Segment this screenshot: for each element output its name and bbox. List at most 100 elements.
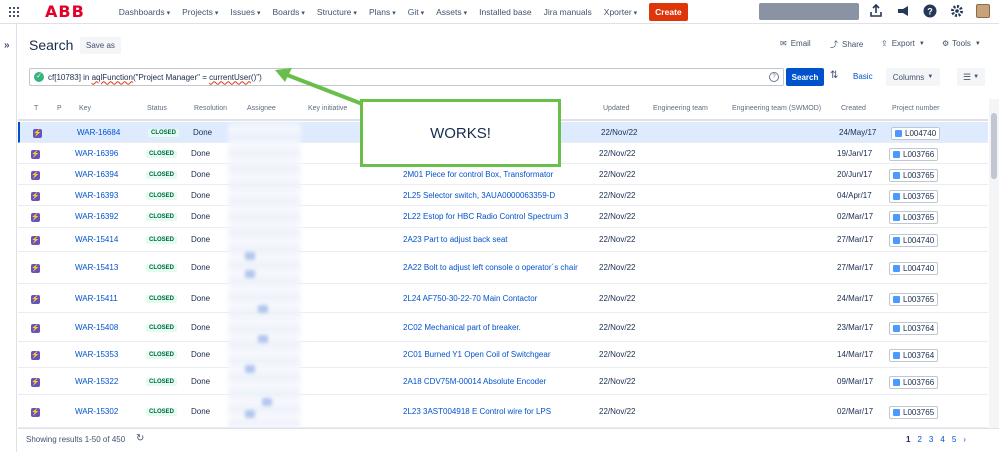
page-link[interactable]: 2 xyxy=(917,435,921,444)
upload-icon[interactable] xyxy=(868,3,884,19)
basic-mode-link[interactable]: Basic xyxy=(853,72,873,81)
summary-link[interactable]: 2L23 3AST004918 E Control wire for LPS xyxy=(403,407,551,416)
issue-key-link[interactable]: WAR-15302 xyxy=(75,407,118,416)
project-number-tag[interactable]: L003766 xyxy=(889,376,939,389)
syntax-help-icon[interactable]: ? xyxy=(769,72,779,82)
table-row[interactable]: ⚡ WAR-15413 CLOSED Done 2A22 Bolt to adjust … xyxy=(18,252,988,284)
nav-item-installed-base[interactable]: Installed base xyxy=(473,7,537,17)
export-action[interactable]: ⇪ Export ▼ xyxy=(881,39,925,48)
share-action[interactable]: ⤴ Share xyxy=(830,39,863,50)
create-button[interactable]: Create xyxy=(649,2,688,21)
chevron-down-icon: ▾ xyxy=(420,9,425,17)
issue-key-link[interactable]: WAR-15413 xyxy=(75,263,118,272)
page-link[interactable]: 1 xyxy=(906,435,910,444)
megaphone-icon[interactable] xyxy=(895,3,911,19)
nav-item-plans[interactable]: Plans ▾ xyxy=(363,7,402,17)
issue-key-link[interactable]: WAR-15353 xyxy=(75,350,118,359)
search-button[interactable]: Search xyxy=(786,68,824,86)
column-header[interactable]: Resolution xyxy=(194,105,227,112)
issue-key-link[interactable]: WAR-16684 xyxy=(77,128,120,137)
project-number-tag[interactable]: L003765 xyxy=(889,211,939,224)
summary-link[interactable]: 2L25 Selector switch, 3AUA0000063359-D xyxy=(403,191,555,200)
project-number-tag[interactable]: L003765 xyxy=(889,190,939,203)
nav-item-issues[interactable]: Issues ▾ xyxy=(224,7,266,17)
expand-sidebar-icon[interactable]: » xyxy=(4,40,10,51)
project-number-tag[interactable]: L003765 xyxy=(889,169,939,182)
nav-item-structure[interactable]: Structure ▾ xyxy=(311,7,363,17)
settings-gear-icon[interactable] xyxy=(949,3,965,19)
page-link[interactable]: 4 xyxy=(940,435,944,444)
table-row[interactable]: ⚡ WAR-15414 CLOSED Done 2A23 Part to adjust … xyxy=(18,228,988,252)
vertical-scrollbar[interactable] xyxy=(989,99,999,429)
nav-item-projects[interactable]: Projects ▾ xyxy=(176,7,224,17)
project-number-tag[interactable]: L004740 xyxy=(889,262,939,275)
issue-key-link[interactable]: WAR-15322 xyxy=(75,377,118,386)
issue-type-icon: ⚡ xyxy=(31,378,40,387)
help-icon[interactable]: ? xyxy=(922,3,938,19)
chevron-down-icon: ▼ xyxy=(918,40,925,47)
table-row[interactable]: ⚡ WAR-15411 CLOSED Done 2L24 AF750-30-22-70 … xyxy=(18,284,988,313)
page-link[interactable]: 3 xyxy=(929,435,933,444)
summary-link[interactable]: 2M01 Piece for control Box, Transformato… xyxy=(403,170,553,179)
nav-item-xporter[interactable]: Xporter ▾ xyxy=(598,7,643,17)
column-header[interactable]: Created xyxy=(841,105,866,112)
global-search-input[interactable] xyxy=(759,3,859,20)
nav-item-boards[interactable]: Boards ▾ xyxy=(266,7,310,17)
email-action[interactable]: ✉ Email xyxy=(780,39,811,48)
abb-logo[interactable]: ABB xyxy=(45,2,85,21)
column-header[interactable]: Engineering team (SWMOD) xyxy=(732,105,821,112)
project-number-tag[interactable]: L003765 xyxy=(889,293,939,306)
issue-key-link[interactable]: WAR-16394 xyxy=(75,170,118,179)
project-number-tag[interactable]: L003766 xyxy=(889,148,939,161)
issue-key-link[interactable]: WAR-15411 xyxy=(75,294,118,303)
table-row[interactable]: ⚡ WAR-15322 CLOSED Done 2A18 CDV75M-00014 Ab… xyxy=(18,368,988,395)
nav-item-assets[interactable]: Assets ▾ xyxy=(430,7,473,17)
user-avatar[interactable] xyxy=(976,4,990,18)
summary-link[interactable]: 2L22 Estop for HBC Radio Control Spectru… xyxy=(403,212,568,221)
issue-key-link[interactable]: WAR-16392 xyxy=(75,212,118,221)
nav-item-git[interactable]: Git ▾ xyxy=(402,7,430,17)
project-number-tag[interactable]: L003764 xyxy=(889,349,939,362)
summary-link[interactable]: 2C01 Burned Y1 Open Coil of Switchgear xyxy=(403,350,551,359)
project-number-tag[interactable]: L003764 xyxy=(889,322,939,335)
issue-key-link[interactable]: WAR-16393 xyxy=(75,191,118,200)
column-header[interactable]: Updated xyxy=(603,105,629,112)
app-switcher-icon[interactable] xyxy=(9,6,19,17)
refresh-icon[interactable]: ↻ xyxy=(136,433,144,444)
columns-button[interactable]: Columns ▼ xyxy=(886,68,940,86)
jql-query-input[interactable]: ✓ cf[10783] in aqlFunction ("Project Mana… xyxy=(29,68,784,86)
table-row[interactable]: ⚡ WAR-15408 CLOSED Done 2C02 Mechanical part… xyxy=(18,313,988,342)
issue-key-link[interactable]: WAR-16396 xyxy=(75,149,118,158)
project-number-tag[interactable]: L003765 xyxy=(889,406,939,419)
table-row[interactable]: ⚡ WAR-15302 CLOSED Done 2L23 3AST004918 E Co… xyxy=(18,395,988,428)
column-header[interactable]: Engineering team xyxy=(653,105,708,112)
column-header[interactable]: Status xyxy=(147,105,167,112)
save-as-button[interactable]: Save as xyxy=(80,37,121,54)
sort-icon[interactable]: ⇅ xyxy=(830,70,838,81)
project-number-tag[interactable]: L004740 xyxy=(889,234,939,247)
summary-link[interactable]: 2A23 Part to adjust back seat xyxy=(403,235,508,244)
table-row[interactable]: ⚡ WAR-16392 CLOSED Done 2L22 Estop for HBC R… xyxy=(18,206,988,228)
page-link[interactable]: 5 xyxy=(952,435,956,444)
list-view-menu-button[interactable]: ☰ ▼ xyxy=(957,68,985,86)
column-header[interactable]: Key xyxy=(79,105,91,112)
table-row[interactable]: ⚡ WAR-15353 CLOSED Done 2C01 Burned Y1 Open … xyxy=(18,342,988,368)
summary-link[interactable]: 2A22 Bolt to adjust left console o opera… xyxy=(403,263,578,272)
table-row[interactable]: ⚡ WAR-16393 CLOSED Done 2L25 Selector switch… xyxy=(18,185,988,206)
table-row[interactable]: ⚡ WAR-16394 CLOSED Done 2M01 Piece for contr… xyxy=(18,164,988,185)
summary-link[interactable]: 2C02 Mechanical part of breaker. xyxy=(403,323,521,332)
summary-link[interactable]: 2L24 AF750-30-22-70 Main Contactor xyxy=(403,294,537,303)
summary-link[interactable]: 2A18 CDV75M-00014 Absolute Encoder xyxy=(403,377,546,386)
issue-type-icon: ⚡ xyxy=(31,171,40,180)
issue-key-link[interactable]: WAR-15408 xyxy=(75,323,118,332)
nav-item-jira-manuals[interactable]: Jira manuals xyxy=(538,7,598,17)
column-header[interactable]: Project number xyxy=(892,105,939,112)
scrollbar-thumb[interactable] xyxy=(991,113,997,179)
issue-key-link[interactable]: WAR-15414 xyxy=(75,235,118,244)
column-header[interactable]: P xyxy=(57,105,62,112)
tools-action[interactable]: ⚙ Tools ▼ xyxy=(942,39,981,48)
next-page-icon[interactable]: › xyxy=(963,435,966,444)
column-header[interactable]: T xyxy=(34,105,38,112)
project-number-tag[interactable]: L004740 xyxy=(891,127,941,140)
nav-item-dashboards[interactable]: Dashboards ▾ xyxy=(113,7,176,17)
